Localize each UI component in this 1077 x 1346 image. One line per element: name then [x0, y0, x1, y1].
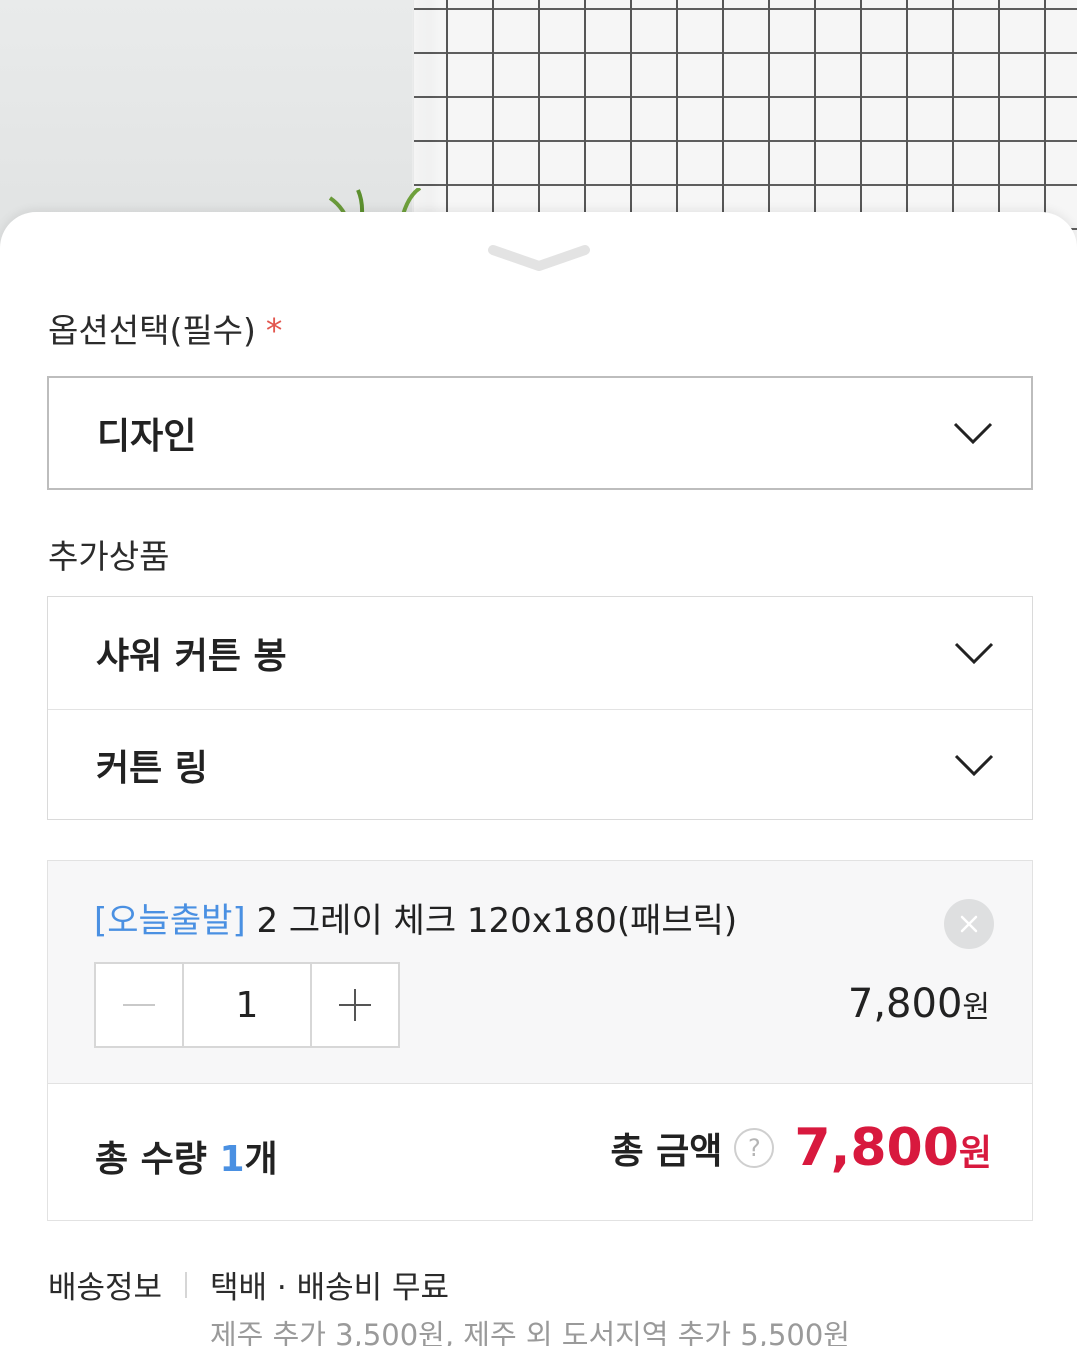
option-label-text: 옵션선택(필수): [48, 311, 256, 350]
addon-select-curtain-ring[interactable]: 커튼 링: [48, 709, 1032, 819]
total-amount: 총 금액 ? 7,800원: [610, 1118, 992, 1178]
total-qty-suffix: 개: [244, 1139, 278, 1180]
design-select-value: 디자인: [97, 416, 197, 457]
addon-select-group: 샤워 커튼 봉 커튼 링: [47, 596, 1033, 820]
item-price-value: 7,800: [847, 981, 963, 1027]
total-qty-value: 1: [219, 1139, 245, 1180]
total-quantity: 총 수량 1개: [95, 1130, 278, 1182]
option-section-label: 옵션선택(필수) *: [48, 304, 282, 352]
total-qty-prefix: 총 수량: [95, 1139, 220, 1180]
decrease-quantity-button[interactable]: [96, 964, 184, 1046]
item-price: 7,800원: [848, 981, 990, 1027]
total-price-unit: 원: [958, 1133, 992, 1174]
total-amount-label: 총 금액: [610, 1131, 723, 1172]
addon-shower-rod-label: 샤워 커튼 봉: [96, 636, 287, 677]
total-price-value: 7,800: [794, 1118, 959, 1178]
quantity-stepper: 1: [94, 962, 400, 1048]
design-select-row[interactable]: 디자인: [49, 378, 1031, 488]
addon-curtain-ring-label: 커튼 링: [96, 747, 208, 789]
today-dispatch-tag: [오늘출발]: [94, 901, 246, 941]
shipping-divider: [185, 1272, 187, 1298]
shipping-extra-fee: 제주 추가 3,500원, 제주 외 도서지역 추가 5,500원: [210, 1318, 850, 1346]
chevron-down-icon: [953, 422, 993, 444]
addon-section-label: 추가상품: [48, 537, 170, 576]
shipping-info-label: 배송정보: [48, 1270, 163, 1306]
chevron-down-icon: [954, 642, 994, 664]
selected-item-title: [오늘출발] 2 그레이 체크 120x180(패브릭): [94, 893, 737, 942]
design-select[interactable]: 디자인: [47, 376, 1033, 490]
required-mark: *: [265, 311, 283, 350]
help-icon[interactable]: ?: [734, 1128, 775, 1168]
option-bottom-sheet: 옵션선택(필수) * 디자인 추가상품 샤워 커튼 봉 커튼 링 [오늘출발] 2…: [0, 212, 1077, 1346]
item-price-unit: 원: [962, 990, 990, 1025]
addon-select-shower-rod[interactable]: 샤워 커튼 봉: [48, 597, 1032, 709]
increase-quantity-button[interactable]: [310, 964, 398, 1046]
chevron-down-icon: [954, 754, 994, 776]
shipping-method: 택배 · 배송비 무료: [210, 1270, 450, 1306]
selected-item-name: 2 그레이 체크 120x180(패브릭): [245, 901, 738, 941]
quantity-value[interactable]: 1: [184, 964, 310, 1046]
minus-icon: [123, 1004, 155, 1006]
close-icon: [960, 915, 978, 933]
total-price: 7,800원: [794, 1118, 992, 1178]
chevron-down-handle-icon[interactable]: [487, 242, 591, 272]
remove-item-button[interactable]: [944, 899, 994, 949]
total-summary: 총 수량 1개 총 금액 ? 7,800원: [47, 1084, 1033, 1221]
plus-icon: [339, 989, 371, 1021]
selected-item-card: [오늘출발] 2 그레이 체크 120x180(패브릭) 1 7,800원: [47, 860, 1033, 1084]
